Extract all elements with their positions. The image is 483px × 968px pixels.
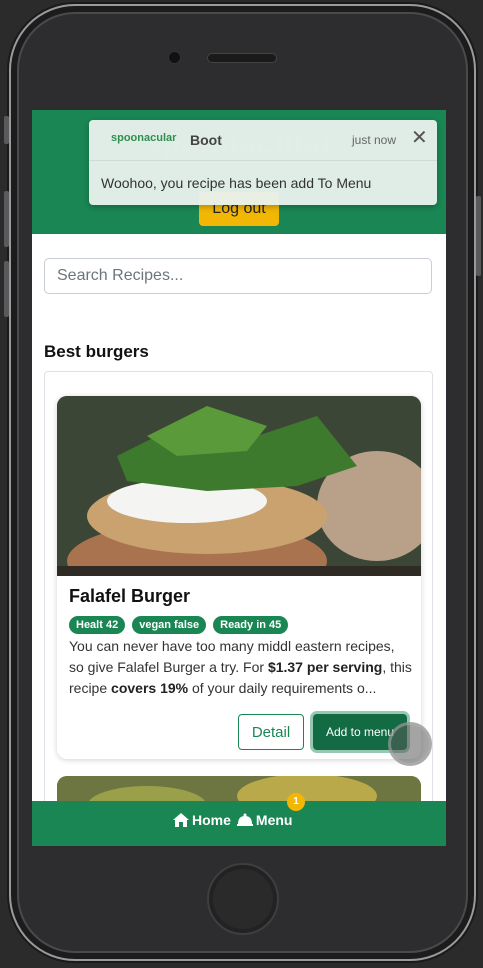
recipe-card: Falafel Burger Healt 42 vegan false Read…: [57, 396, 421, 759]
menu-count-badge: 1: [287, 793, 305, 811]
recipe-badges: Healt 42 vegan false Ready in 45: [69, 616, 289, 634]
mute-switch: [4, 116, 9, 144]
cloche-icon: [236, 813, 253, 826]
daily-coverage: covers 19%: [111, 680, 189, 696]
price-per-serving: $1.37 per serving: [267, 659, 383, 675]
volume-down-button: [4, 261, 9, 317]
vegan-badge: vegan false: [132, 616, 207, 634]
search-input[interactable]: [44, 258, 432, 294]
desc-text: of your daily requirements o...: [188, 680, 377, 696]
health-badge: Healt 42: [69, 616, 126, 634]
detail-button[interactable]: Detail: [238, 714, 304, 750]
recipe-title[interactable]: Falafel Burger: [69, 586, 190, 607]
nav-home-label: Home: [192, 812, 231, 828]
front-camera: [168, 51, 181, 64]
nav-menu[interactable]: Menu: [236, 812, 293, 828]
ready-time-badge: Ready in 45: [213, 616, 289, 634]
add-to-menu-button[interactable]: Add to menu: [313, 714, 407, 750]
recipe-description: You can never have too many middl easter…: [69, 636, 413, 699]
section-title: Best burgers: [44, 342, 149, 361]
close-icon[interactable]: ✕: [411, 127, 428, 149]
notification-toast: spoonacular Boot just now ✕ Woohoo, you …: [89, 120, 437, 205]
toast-title: Boot: [190, 132, 222, 148]
volume-up-button: [4, 191, 9, 247]
app-screen: spoonacular Log out spoonacular Boot jus…: [32, 110, 446, 846]
toast-message: Woohoo, you recipe has been add To Menu: [101, 175, 372, 191]
burger-photo: [57, 396, 421, 601]
toast-header: spoonacular Boot just now ✕: [89, 120, 437, 161]
power-button: [476, 196, 481, 276]
toast-timestamp: just now: [352, 133, 397, 147]
home-icon: [173, 813, 189, 827]
recipe-image[interactable]: [57, 396, 421, 601]
home-hardware-button[interactable]: [207, 863, 279, 935]
earpiece-speaker: [207, 53, 277, 63]
toast-logo: spoonacular: [111, 132, 177, 144]
bottom-nav: 1 Home Menu: [32, 793, 446, 846]
nav-menu-label: Menu: [255, 812, 293, 828]
nav-home[interactable]: Home: [173, 812, 231, 828]
